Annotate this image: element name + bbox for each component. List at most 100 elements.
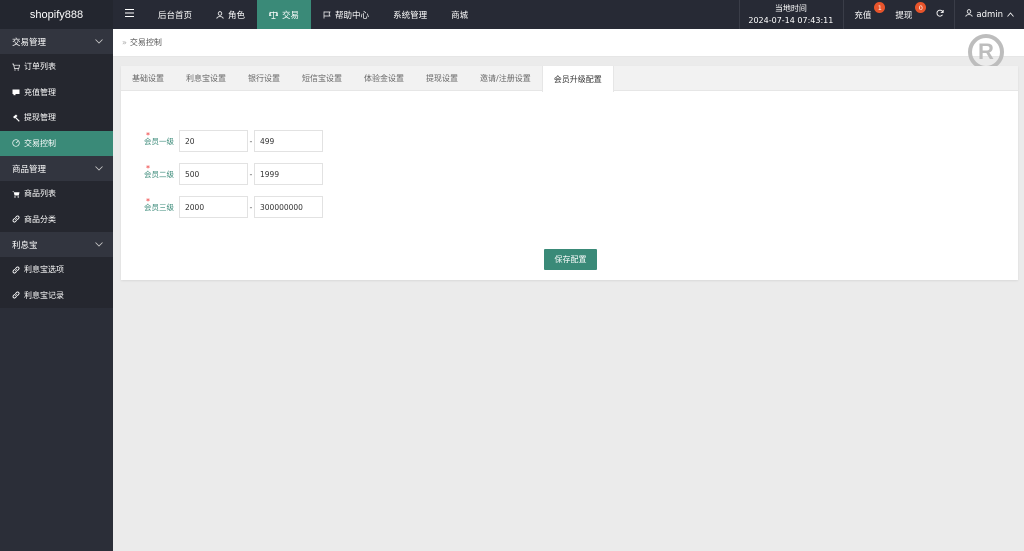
sidebar-item-goods-category[interactable]: 商品分类 bbox=[0, 206, 113, 232]
sidebar-group-goods[interactable]: 商品管理 bbox=[0, 156, 113, 181]
tab-basic[interactable]: 基础设置 bbox=[121, 66, 175, 90]
required-mark: * bbox=[146, 163, 150, 173]
sidebar-item-interest-options[interactable]: 利息宝选项 bbox=[0, 257, 113, 283]
nav-help-label: 帮助中心 bbox=[335, 10, 370, 21]
sidebar-item-goods-list[interactable]: 商品列表 bbox=[0, 181, 113, 207]
dashboard-icon bbox=[12, 139, 20, 147]
nav-trade[interactable]: 交易 bbox=[257, 0, 312, 29]
tab-bank[interactable]: 银行设置 bbox=[237, 66, 291, 90]
breadcrumb: » 交易控制 R bbox=[113, 29, 1024, 70]
sidebar: 交易管理 订单列表 充值管理 提现管理 交易控制 商品管理 商品列表 商品分类 … bbox=[0, 29, 113, 551]
refresh-button[interactable] bbox=[926, 0, 954, 29]
local-time-label: 当地时间 bbox=[774, 3, 807, 13]
card-icon bbox=[12, 88, 20, 96]
nav-role[interactable]: 角色 bbox=[204, 0, 257, 29]
settings-tabs: 基础设置 利息宝设置 银行设置 短信宝设置 体验金设置 提现设置 邀请/注册设置… bbox=[121, 66, 1018, 92]
topbar-right: 当地时间 2024-07-14 07:43:11 充值 1 提现 0 admin bbox=[739, 0, 1024, 29]
nav-system[interactable]: 系统管理 bbox=[381, 0, 439, 29]
nav-help[interactable]: 帮助中心 bbox=[311, 0, 381, 29]
scale-icon bbox=[269, 10, 279, 19]
brand-logo[interactable]: shopify888 bbox=[0, 0, 113, 29]
nav-trade-label: 交易 bbox=[282, 10, 300, 21]
withdraw-button[interactable]: 提现 0 bbox=[885, 0, 927, 29]
tab-withdraw[interactable]: 提现设置 bbox=[415, 66, 469, 90]
local-time-value: 2024-07-14 07:43:11 bbox=[748, 15, 834, 25]
hamburger-icon bbox=[125, 9, 134, 20]
level-1-min-input[interactable]: 20 bbox=[179, 130, 248, 152]
tab-invite-register[interactable]: 邀请/注册设置 bbox=[469, 66, 542, 90]
sidebar-item-label: 订单列表 bbox=[24, 62, 56, 72]
withdraw-label: 提现 bbox=[895, 10, 913, 21]
user-name: admin bbox=[976, 9, 1003, 20]
recharge-button[interactable]: 充值 1 bbox=[844, 0, 886, 29]
level-1-max-input[interactable]: 499 bbox=[254, 130, 323, 152]
recharge-badge: 1 bbox=[874, 2, 886, 13]
link-icon bbox=[12, 215, 20, 223]
sidebar-item-trade-control[interactable]: 交易控制 bbox=[0, 130, 113, 156]
required-mark: * bbox=[146, 130, 150, 140]
local-time: 当地时间 2024-07-14 07:43:11 bbox=[740, 0, 843, 29]
user-menu[interactable]: admin bbox=[955, 0, 1024, 29]
form-row-level-3: * 会员三级 2000 - 300000000 bbox=[121, 196, 323, 218]
withdraw-badge: 0 bbox=[915, 2, 927, 13]
sidebar-group-label: 交易管理 bbox=[12, 37, 47, 48]
user-icon bbox=[965, 9, 973, 20]
level-2-max-input[interactable]: 1999 bbox=[254, 163, 323, 185]
chevron-down-icon bbox=[95, 164, 103, 174]
tab-interest[interactable]: 利息宝设置 bbox=[175, 66, 237, 90]
sidebar-group-interest[interactable]: 利息宝 bbox=[0, 232, 113, 257]
nav-mall-label: 商城 bbox=[451, 10, 469, 21]
chevron-down-icon bbox=[95, 240, 103, 250]
required-mark: * bbox=[146, 196, 150, 206]
main-nav: 后台首页 角色 交易 帮助中心 系统管理 商城 bbox=[113, 0, 480, 29]
sidebar-item-label: 利息宝记录 bbox=[24, 290, 64, 300]
sidebar-item-label: 商品列表 bbox=[24, 189, 56, 199]
flag-icon bbox=[323, 11, 331, 19]
link-icon bbox=[12, 266, 20, 274]
save-config-button[interactable]: 保存配置 bbox=[544, 249, 597, 270]
nav-home[interactable]: 后台首页 bbox=[146, 0, 204, 29]
hammer-icon bbox=[12, 114, 20, 122]
sidebar-item-label: 商品分类 bbox=[24, 214, 56, 224]
sidebar-group-label: 利息宝 bbox=[12, 240, 38, 251]
form-row-level-2: * 会员二级 500 - 1999 bbox=[121, 163, 323, 185]
sidebar-item-withdraw[interactable]: 提现管理 bbox=[0, 105, 113, 131]
tab-member-upgrade[interactable]: 会员升级配置 bbox=[541, 66, 614, 92]
field-label: * 会员二级 bbox=[121, 164, 179, 180]
chevron-down-icon bbox=[95, 37, 103, 47]
nav-mall[interactable]: 商城 bbox=[439, 0, 480, 29]
recharge-label: 充值 bbox=[854, 10, 872, 21]
sidebar-item-label: 交易控制 bbox=[24, 138, 56, 148]
field-label: * 会员一级 bbox=[121, 131, 179, 147]
cart-icon bbox=[12, 63, 20, 71]
nav-system-label: 系统管理 bbox=[393, 10, 428, 21]
sidebar-group-label: 商品管理 bbox=[12, 164, 47, 175]
settings-card: 基础设置 利息宝设置 银行设置 短信宝设置 体验金设置 提现设置 邀请/注册设置… bbox=[121, 66, 1018, 280]
level-3-max-input[interactable]: 300000000 bbox=[254, 196, 323, 218]
nav-home-label: 后台首页 bbox=[158, 10, 193, 21]
link-icon bbox=[12, 291, 20, 299]
top-navbar: shopify888 后台首页 角色 交易 帮助中心 系统管理 商城 当地时间 … bbox=[0, 0, 1024, 29]
form-row-level-1: * 会员一级 20 - 499 bbox=[121, 130, 323, 152]
user-icon bbox=[216, 10, 224, 19]
sidebar-item-recharge[interactable]: 充值管理 bbox=[0, 79, 113, 105]
sidebar-item-interest-records[interactable]: 利息宝记录 bbox=[0, 282, 113, 308]
chevron-up-icon bbox=[1007, 10, 1014, 20]
sidebar-item-label: 利息宝选项 bbox=[24, 265, 64, 275]
sidebar-item-orders[interactable]: 订单列表 bbox=[0, 54, 113, 80]
watermark-logo: R bbox=[968, 34, 1004, 70]
tab-trial[interactable]: 体验金设置 bbox=[353, 66, 415, 90]
refresh-icon bbox=[936, 9, 945, 20]
sidebar-item-label: 充值管理 bbox=[24, 87, 56, 97]
field-label: * 会员三级 bbox=[121, 197, 179, 213]
breadcrumb-current[interactable]: 交易控制 bbox=[130, 37, 162, 48]
double-chevron-right-icon: » bbox=[122, 38, 127, 47]
sidebar-item-label: 提现管理 bbox=[24, 113, 56, 123]
nav-role-label: 角色 bbox=[228, 10, 246, 21]
sidebar-group-trade[interactable]: 交易管理 bbox=[0, 29, 113, 54]
level-3-min-input[interactable]: 2000 bbox=[179, 196, 248, 218]
cart-icon bbox=[12, 190, 20, 198]
level-2-min-input[interactable]: 500 bbox=[179, 163, 248, 185]
menu-toggle-button[interactable] bbox=[113, 0, 146, 29]
tab-sms[interactable]: 短信宝设置 bbox=[291, 66, 353, 90]
